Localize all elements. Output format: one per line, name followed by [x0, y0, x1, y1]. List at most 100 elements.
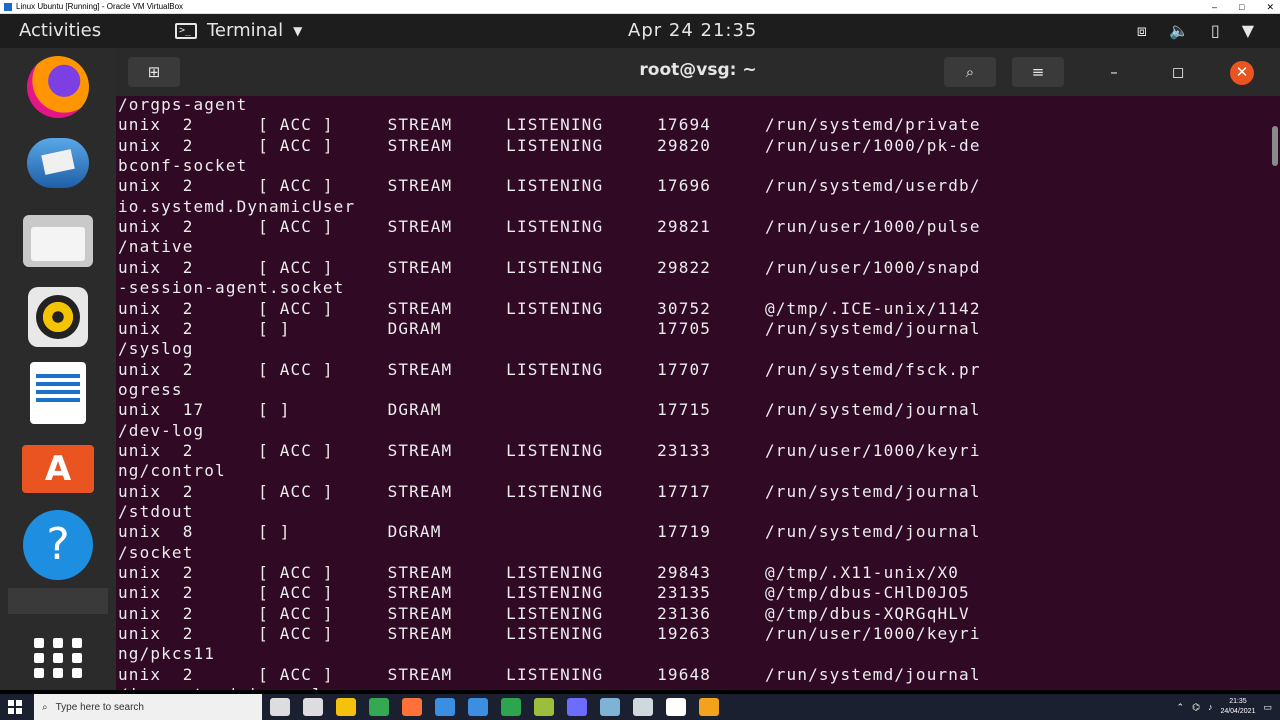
- taskbar-app-icon[interactable]: [270, 698, 290, 716]
- network-icon[interactable]: ⧈: [1137, 21, 1147, 41]
- terminal-window: ⊞ root@vsg: ~ ⌕ ≡ – ◻ ✕ /orgps-agent unix…: [116, 48, 1280, 690]
- terminal-line: /native: [118, 237, 194, 257]
- taskbar-app-icon[interactable]: [501, 698, 521, 716]
- terminal-line: unix 2 [ ACC ] STREAM LISTENING 23135 @/…: [118, 583, 970, 603]
- terminal-line: unix 2 [ ACC ] STREAM LISTENING 29822 /r…: [118, 257, 981, 277]
- terminal-line: unix 8 [ ] DGRAM 17719 /run/systemd/jour…: [118, 522, 981, 542]
- taskbar-app-icon[interactable]: [402, 698, 422, 716]
- chevron-down-icon: ▼: [293, 23, 303, 38]
- terminal-line: unix 17 [ ] DGRAM 17715 /run/systemd/jou…: [118, 400, 981, 420]
- terminal-line: /orgps-agent: [118, 97, 248, 114]
- dock-item-files[interactable]: [22, 210, 94, 272]
- taskbar-app-icon[interactable]: [534, 698, 554, 716]
- search-button[interactable]: ⌕: [944, 57, 996, 87]
- gnome-top-bar: Activities >_ Terminal ▼ Apr 24 21:35 ⧈ …: [0, 14, 1280, 48]
- taskbar-date: 24/04/2021: [1220, 708, 1256, 715]
- taskbar-tray: ⌃ ⌬ ♪ 21:35 24/04/2021 ▭: [1177, 694, 1272, 720]
- minimize-button[interactable]: –: [1102, 61, 1126, 85]
- terminal-icon: >_: [175, 22, 197, 39]
- terminal-line: ogress: [118, 379, 183, 399]
- system-menu-icon[interactable]: ▼: [1242, 21, 1254, 41]
- menu-button[interactable]: ≡: [1012, 57, 1064, 87]
- volume-icon[interactable]: 🔈: [1169, 21, 1189, 41]
- terminal-line: unix 2 [ ACC ] STREAM LISTENING 29843 @/…: [118, 563, 960, 583]
- taskbar-app-icon[interactable]: [699, 698, 719, 716]
- dock-separator: [8, 588, 108, 614]
- taskbar-app-icon[interactable]: [600, 698, 620, 716]
- terminal-line: unix 2 [ ACC ] STREAM LISTENING 23133 /r…: [118, 440, 981, 460]
- dock-item-software[interactable]: A: [22, 438, 94, 500]
- dock-item-rhythmbox[interactable]: [22, 286, 94, 348]
- terminal-line: unix 2 [ ACC ] STREAM LISTENING 29820 /r…: [118, 135, 981, 155]
- terminal-line: unix 2 [ ACC ] STREAM LISTENING 19648 /r…: [118, 664, 981, 684]
- terminal-line: ng/pkcs11: [118, 644, 216, 664]
- taskbar-app-icon[interactable]: [468, 698, 488, 716]
- thunderbird-icon: [27, 138, 89, 188]
- terminal-line: /dev-log: [118, 420, 205, 440]
- scrollbar-thumb[interactable]: [1272, 126, 1278, 166]
- app-menu-label: Terminal: [207, 20, 284, 41]
- host-titlebar: Linux Ubuntu [Running] - Oracle VM Virtu…: [0, 0, 1280, 14]
- software-icon: A: [22, 445, 94, 493]
- taskbar-search-box[interactable]: ⌕ Type here to search: [34, 694, 262, 720]
- terminal-line: /syslog: [118, 339, 194, 359]
- terminal-line: io.systemd.DynamicUser: [118, 196, 356, 216]
- taskbar-app-icon[interactable]: [666, 698, 686, 716]
- tray-chevron-icon[interactable]: ⌃: [1177, 702, 1185, 713]
- dock-item-writer[interactable]: [22, 362, 94, 424]
- terminal-line: unix 2 [ ACC ] STREAM LISTENING 17717 /r…: [118, 481, 981, 501]
- terminal-line: unix 2 [ ACC ] STREAM LISTENING 30752 @/…: [118, 298, 981, 318]
- tray-volume-icon[interactable]: ♪: [1208, 702, 1213, 712]
- app-menu[interactable]: >_ Terminal ▼: [175, 20, 302, 41]
- close-button[interactable]: ✕: [1230, 61, 1254, 85]
- terminal-output[interactable]: /orgps-agent unix 2 [ ACC ] STREAM LISTEN…: [118, 97, 1270, 690]
- taskbar-clock[interactable]: 21:35 24/04/2021: [1220, 697, 1255, 717]
- taskbar-apps: [270, 698, 719, 716]
- terminal-headerbar: ⊞ root@vsg: ~ ⌕ ≡ – ◻ ✕: [116, 48, 1280, 96]
- dock-item-thunderbird[interactable]: [22, 132, 94, 194]
- taskbar-app-icon[interactable]: [303, 698, 323, 716]
- host-window-title: Linux Ubuntu [Running] - Oracle VM Virtu…: [16, 2, 184, 11]
- taskbar-app-icon[interactable]: [435, 698, 455, 716]
- terminal-line: /socket: [118, 542, 194, 562]
- terminal-line: unix 2 [ ACC ] STREAM LISTENING 17696 /r…: [118, 176, 981, 196]
- taskbar-app-icon[interactable]: [567, 698, 587, 716]
- battery-icon[interactable]: ▯: [1211, 21, 1220, 41]
- system-tray[interactable]: ⧈ 🔈 ▯ ▼: [1137, 21, 1254, 41]
- host-taskbar: ⌕ Type here to search ⌃ ⌬ ♪ 21:35 24/04/…: [0, 694, 1280, 720]
- taskbar-time: 21:35: [1229, 698, 1247, 705]
- taskbar-app-icon[interactable]: [369, 698, 389, 716]
- taskbar-search-placeholder: Type here to search: [55, 701, 144, 713]
- taskbar-app-icon[interactable]: [633, 698, 653, 716]
- terminal-line: ng/control: [118, 461, 226, 481]
- dock: A ?: [0, 48, 116, 690]
- taskbar-app-icon[interactable]: [336, 698, 356, 716]
- terminal-line: unix 2 [ ] DGRAM 17705 /run/systemd/jour…: [118, 318, 981, 338]
- dock-item-help[interactable]: ?: [22, 510, 94, 580]
- notification-icon[interactable]: ▭: [1263, 702, 1272, 713]
- host-minimize-button[interactable]: –: [1212, 0, 1217, 14]
- files-icon: [23, 215, 93, 267]
- terminal-line: /stdout: [118, 502, 194, 521]
- terminal-line: -session-agent.socket: [118, 278, 345, 298]
- host-close-button[interactable]: ✕: [1266, 0, 1274, 14]
- search-icon: ⌕: [42, 701, 48, 713]
- virtualbox-icon: [4, 2, 12, 11]
- windows-start-icon[interactable]: [8, 700, 22, 714]
- clock[interactable]: Apr 24 21:35: [628, 20, 757, 41]
- host-maximize-button[interactable]: □: [1239, 0, 1244, 14]
- terminal-line: bconf-socket: [118, 156, 248, 176]
- activities-button[interactable]: Activities: [19, 20, 101, 41]
- dock-item-firefox[interactable]: [22, 56, 94, 118]
- terminal-line: unix 2 [ ACC ] STREAM LISTENING 29821 /r…: [118, 217, 981, 237]
- show-apps-icon[interactable]: [34, 638, 82, 678]
- writer-icon: [30, 362, 86, 424]
- maximize-button[interactable]: ◻: [1166, 61, 1190, 85]
- terminal-line: unix 2 [ ACC ] STREAM LISTENING 17694 /r…: [118, 115, 981, 135]
- terminal-line: /io.systemd.journal: [118, 685, 323, 690]
- terminal-line: unix 2 [ ACC ] STREAM LISTENING 17707 /r…: [118, 359, 981, 379]
- firefox-icon: [27, 56, 89, 118]
- help-icon: ?: [23, 510, 93, 580]
- rhythmbox-icon: [28, 287, 88, 347]
- tray-network-icon[interactable]: ⌬: [1192, 702, 1200, 713]
